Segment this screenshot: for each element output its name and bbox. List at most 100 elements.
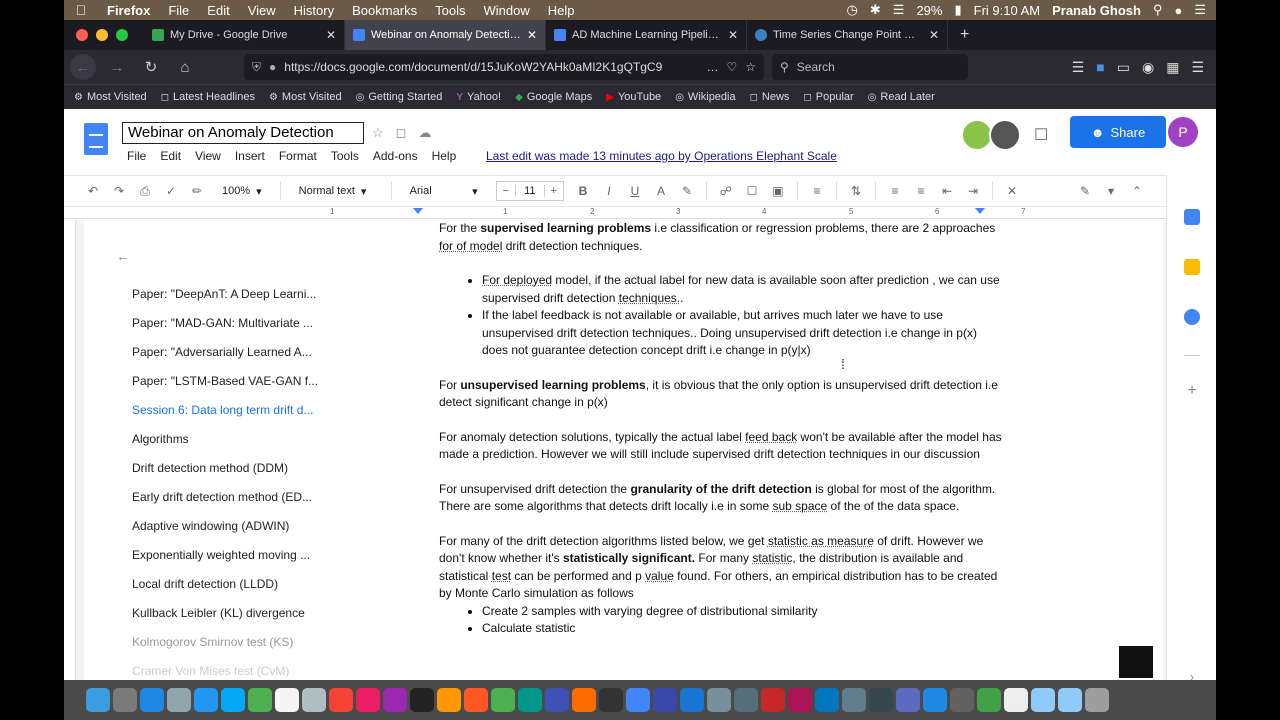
comment-icon[interactable]: ☐ bbox=[745, 184, 759, 198]
line-spacing-icon[interactable]: ⇅ bbox=[849, 184, 863, 198]
garageband-icon[interactable] bbox=[464, 688, 488, 712]
documents-folder-icon[interactable] bbox=[1058, 688, 1082, 712]
tasks-icon[interactable] bbox=[1184, 309, 1200, 325]
share-button[interactable]: ☻ Share bbox=[1070, 116, 1166, 148]
calendar-icon[interactable] bbox=[1184, 209, 1200, 225]
battery-percent[interactable]: 29% bbox=[916, 3, 942, 18]
menu-tools[interactable]: Tools bbox=[426, 3, 474, 18]
library-icon[interactable]: ☰ bbox=[1072, 59, 1085, 76]
tab-time-series[interactable]: Time Series Change Point Dete ✕ bbox=[747, 20, 948, 50]
bookmark-most-visited-2[interactable]: ⚙ Most Visited bbox=[269, 91, 342, 103]
font-select[interactable]: Arial ▾ bbox=[404, 185, 484, 198]
outline-item[interactable]: Exponentially weighted moving ... bbox=[132, 541, 332, 570]
close-tab-icon[interactable]: ✕ bbox=[326, 28, 336, 42]
menu-history[interactable]: History bbox=[285, 3, 343, 18]
outline-item[interactable]: Algorithms bbox=[132, 425, 332, 454]
outline-item-active[interactable]: Session 6: Data long term drift d... bbox=[132, 396, 332, 425]
url-text[interactable]: https://docs.google.com/document/d/15JuK… bbox=[284, 60, 698, 74]
cloud-status-icon[interactable]: ☁ bbox=[418, 125, 431, 141]
sidebar-icon[interactable]: ▭ bbox=[1117, 59, 1130, 76]
calendar-icon[interactable] bbox=[275, 688, 299, 712]
extension-icon[interactable]: ■ bbox=[1096, 59, 1104, 75]
outline-item[interactable]: Kullback Leibler (KL) divergence bbox=[132, 599, 332, 628]
move-folder-icon[interactable]: ◻ bbox=[396, 125, 407, 141]
italic-icon[interactable]: I bbox=[602, 184, 616, 198]
preview-icon[interactable] bbox=[167, 688, 191, 712]
bold-icon[interactable]: B bbox=[576, 184, 590, 198]
edge-icon[interactable] bbox=[221, 688, 245, 712]
menu-file[interactable]: File bbox=[159, 3, 198, 18]
bluetooth-icon[interactable]: ✱ bbox=[870, 2, 881, 18]
apple-tv-icon[interactable] bbox=[410, 688, 434, 712]
highlight-icon[interactable]: ✎ bbox=[680, 184, 694, 198]
add-addon-icon[interactable]: + bbox=[1184, 383, 1200, 399]
tab-ml-pipeline[interactable]: AD Machine Learning Pipeline - ✕ bbox=[546, 20, 747, 50]
outline-item[interactable]: Local drift detection (LLDD) bbox=[132, 570, 332, 599]
print-icon[interactable]: ⎙ bbox=[138, 184, 152, 199]
decrease-font-button[interactable]: − bbox=[497, 185, 515, 197]
editing-mode-icon[interactable]: ✎ bbox=[1078, 184, 1092, 198]
user-name[interactable]: Pranab Ghosh bbox=[1052, 3, 1141, 18]
time-machine-icon[interactable]: ◷ bbox=[847, 2, 858, 18]
maximize-window-icon[interactable] bbox=[116, 29, 128, 41]
trash-icon[interactable] bbox=[1085, 688, 1109, 712]
reader-icon[interactable]: ▦ bbox=[1166, 59, 1179, 76]
minimize-window-icon[interactable] bbox=[96, 29, 108, 41]
wifi-icon[interactable]: ☰ bbox=[893, 2, 905, 18]
contacts-icon[interactable] bbox=[302, 688, 326, 712]
news-icon[interactable] bbox=[329, 688, 353, 712]
align-icon[interactable]: ≡ bbox=[810, 184, 824, 198]
messages-icon[interactable] bbox=[248, 688, 272, 712]
outline-item[interactable]: Drift detection method (DDM) bbox=[132, 454, 332, 483]
numbered-list-icon[interactable]: ≡ bbox=[888, 184, 902, 198]
back-button[interactable]: ← bbox=[70, 54, 96, 80]
slack-icon[interactable] bbox=[788, 688, 812, 712]
new-tab-button[interactable]: + bbox=[948, 20, 981, 50]
teams-icon[interactable] bbox=[896, 688, 920, 712]
tab-webinar[interactable]: Webinar on Anomaly Detection ✕ bbox=[345, 20, 546, 50]
app-icon[interactable] bbox=[923, 688, 947, 712]
bookmark-getting-started[interactable]: ◎ Getting Started bbox=[356, 91, 443, 103]
outline-item[interactable]: Paper: "Adversarially Learned A... bbox=[132, 338, 332, 367]
search-input[interactable]: Search bbox=[797, 60, 835, 74]
terminal-icon[interactable] bbox=[599, 688, 623, 712]
search-bar[interactable]: ⚲ Search bbox=[772, 54, 968, 80]
menu-view[interactable]: View bbox=[239, 3, 285, 18]
close-window-icon[interactable] bbox=[76, 29, 88, 41]
image-icon[interactable]: ▣ bbox=[771, 184, 785, 198]
launchpad-icon[interactable] bbox=[113, 688, 137, 712]
app-icon[interactable] bbox=[734, 688, 758, 712]
app-icon[interactable] bbox=[869, 688, 893, 712]
keynote-icon[interactable] bbox=[545, 688, 569, 712]
menu-bookmarks[interactable]: Bookmarks bbox=[343, 3, 426, 18]
docs-menu-edit[interactable]: Edit bbox=[160, 149, 181, 163]
downloads-folder-icon[interactable] bbox=[1031, 688, 1055, 712]
zoom-select[interactable]: 100% ▾ bbox=[216, 185, 268, 198]
outline-item[interactable]: Paper: "MAD-GAN: Multivariate ... bbox=[132, 309, 332, 338]
url-bar[interactable]: ⛨ ● https://docs.google.com/document/d/1… bbox=[244, 54, 764, 80]
link-icon[interactable]: ☍ bbox=[719, 184, 733, 198]
right-indent-marker[interactable] bbox=[975, 208, 985, 214]
docs-menu-file[interactable]: File bbox=[127, 149, 146, 163]
docs-menu-tools[interactable]: Tools bbox=[331, 149, 359, 163]
docs-menu-format[interactable]: Format bbox=[279, 149, 317, 163]
spellcheck-icon[interactable]: ✓ bbox=[164, 184, 178, 198]
document-body[interactable]: For the supervised learning problems i.e… bbox=[439, 220, 1005, 638]
bookmark-news[interactable]: ◻ News bbox=[750, 91, 790, 103]
comment-history-icon[interactable]: ☐ bbox=[1034, 125, 1048, 145]
facetime-icon[interactable] bbox=[977, 688, 1001, 712]
skype-icon[interactable] bbox=[680, 688, 704, 712]
pocket-icon[interactable]: ♡ bbox=[726, 60, 737, 74]
decrease-indent-icon[interactable]: ⇤ bbox=[940, 184, 954, 198]
docs-logo-icon[interactable] bbox=[84, 123, 108, 155]
bookmark-most-visited[interactable]: ⚙ Most Visited bbox=[74, 91, 147, 103]
bookmark-wikipedia[interactable]: ◎ Wikipedia bbox=[675, 91, 735, 103]
left-indent-marker[interactable] bbox=[413, 208, 423, 214]
docs-menu-insert[interactable]: Insert bbox=[235, 149, 265, 163]
clock[interactable]: Fri 9:10 AM bbox=[974, 3, 1040, 18]
font-size-input[interactable]: 11 bbox=[515, 185, 545, 197]
menu-icon[interactable]: ☰ bbox=[1191, 59, 1204, 76]
bookmark-latest-headlines[interactable]: ◻ Latest Headlines bbox=[161, 91, 255, 103]
clear-formatting-icon[interactable]: ✕ bbox=[1005, 184, 1019, 198]
help-icon[interactable] bbox=[950, 688, 974, 712]
